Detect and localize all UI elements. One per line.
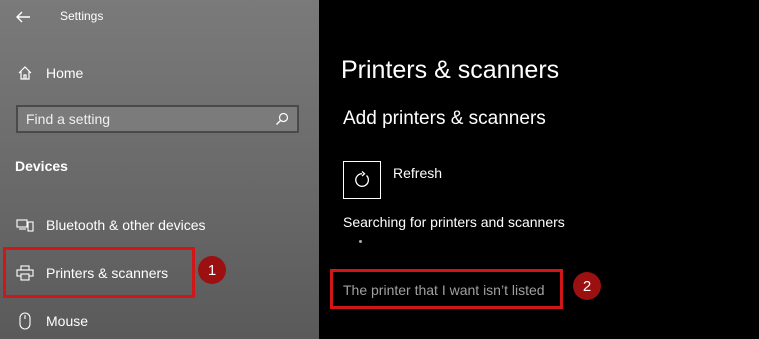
home-label: Home — [46, 65, 84, 81]
sidebar-item-label: Mouse — [46, 313, 89, 329]
sidebar-item-bluetooth[interactable]: Bluetooth & other devices — [16, 216, 206, 234]
search-placeholder: Find a setting — [26, 111, 111, 127]
window-title: Settings — [60, 9, 104, 23]
search-input[interactable]: Find a setting — [16, 105, 299, 133]
add-printers-heading: Add printers & scanners — [343, 108, 546, 129]
highlight-box-not-listed — [330, 269, 563, 309]
sidebar-item-label: Bluetooth & other devices — [46, 217, 206, 233]
highlight-box-printers — [3, 247, 195, 298]
bluetooth-devices-icon — [16, 216, 34, 234]
page-title: Printers & scanners — [341, 56, 560, 84]
mouse-icon — [16, 312, 34, 330]
sidebar-item-home[interactable]: Home — [16, 64, 83, 82]
back-arrow-icon[interactable] — [14, 8, 32, 26]
home-icon — [16, 64, 34, 82]
progress-dot — [359, 240, 362, 243]
search-icon[interactable] — [275, 112, 289, 126]
section-heading-devices: Devices — [15, 158, 68, 174]
step-badge-1: 1 — [198, 256, 226, 284]
refresh-button[interactable] — [343, 161, 381, 199]
sidebar-item-mouse[interactable]: Mouse — [16, 312, 88, 330]
step-badge-2: 2 — [573, 272, 601, 300]
refresh-icon — [355, 171, 369, 187]
searching-status: Searching for printers and scanners — [343, 214, 565, 230]
refresh-label[interactable]: Refresh — [393, 165, 442, 181]
